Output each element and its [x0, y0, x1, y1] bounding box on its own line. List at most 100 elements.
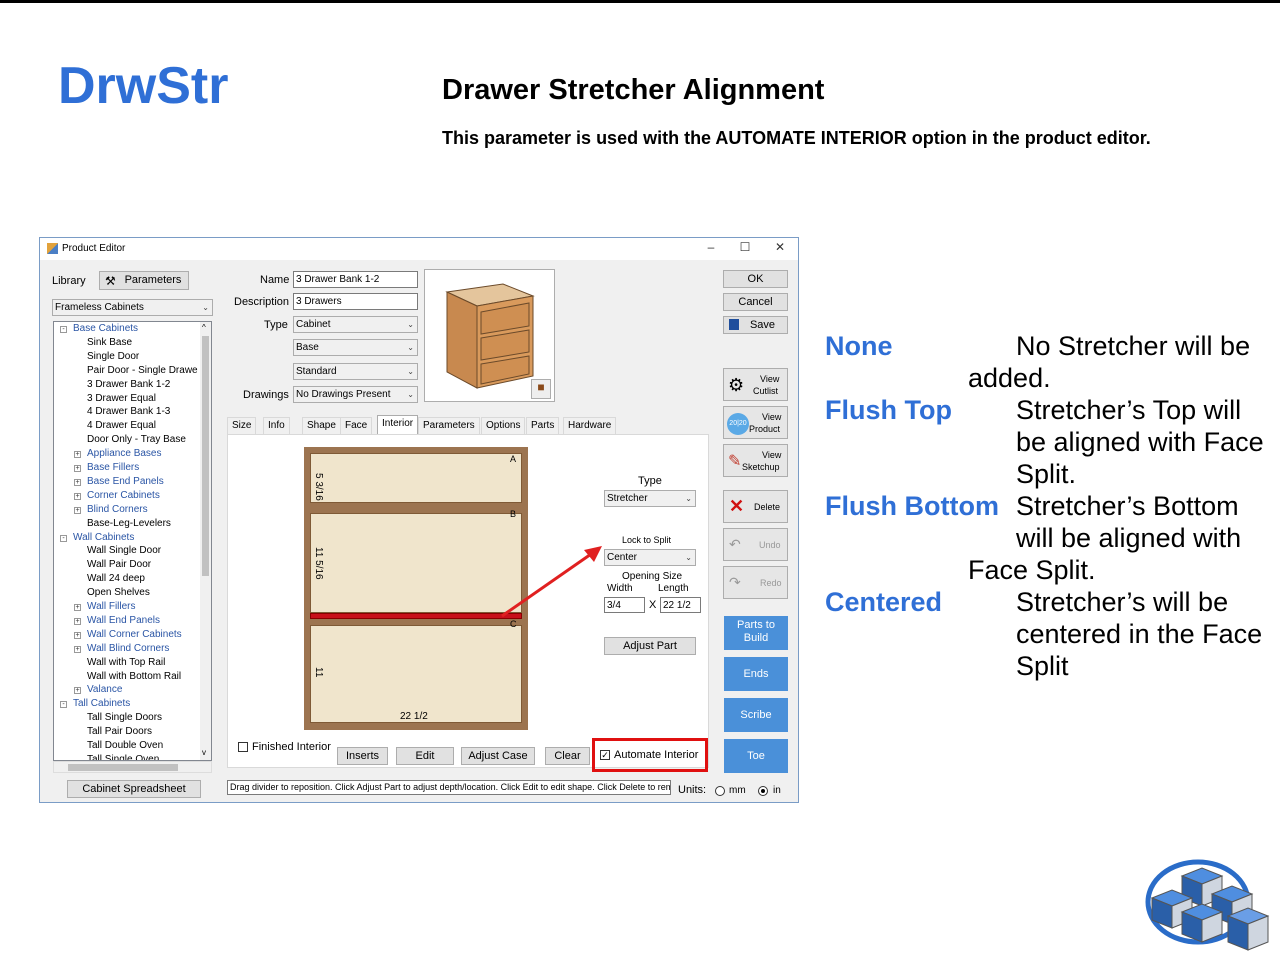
maximize-icon[interactable]: ☐: [730, 240, 760, 258]
lock-to-split-combo[interactable]: Center ⌄: [604, 549, 696, 566]
expand-icon[interactable]: +: [74, 465, 81, 472]
expand-icon[interactable]: +: [74, 631, 81, 639]
tree-item[interactable]: Door Only - Tray Base: [54, 434, 200, 448]
tree-item[interactable]: Wall Pair Door: [54, 559, 200, 573]
tree-item[interactable]: Tall Single Doors: [54, 712, 200, 726]
scroll-up-icon[interactable]: ^: [202, 323, 206, 332]
tree-item[interactable]: Wall Single Door: [54, 545, 200, 559]
tab-options[interactable]: Options: [481, 417, 526, 434]
view-sketchup-button[interactable]: ✎ View Sketchup: [723, 444, 788, 477]
tab-hardware[interactable]: Hardware: [563, 417, 617, 434]
type3-combo[interactable]: Standard ⌄: [293, 363, 418, 380]
type2-combo[interactable]: Base ⌄: [293, 339, 418, 356]
ok-button[interactable]: OK: [723, 270, 788, 288]
tree-item[interactable]: Base-Leg-Levelers: [54, 518, 200, 532]
expand-icon[interactable]: +: [74, 687, 81, 695]
tree-item[interactable]: Tall Single Oven: [54, 754, 200, 760]
tree-item[interactable]: 4 Drawer Equal: [54, 420, 200, 434]
unit-mm-radio[interactable]: [715, 786, 725, 796]
name-field[interactable]: 3 Drawer Bank 1-2: [293, 271, 418, 288]
cancel-button[interactable]: Cancel: [723, 293, 788, 311]
adjust-part-button[interactable]: Adjust Part: [604, 637, 696, 655]
tab-shape[interactable]: Shape: [302, 417, 341, 434]
tree-item[interactable]: + Wall Fillers: [54, 601, 200, 615]
library-combo[interactable]: Frameless Cabinets ⌄: [52, 299, 213, 316]
adjust-case-button[interactable]: Adjust Case: [461, 747, 535, 765]
description-field[interactable]: 3 Drawers: [293, 293, 418, 310]
tree-item[interactable]: + Wall Corner Cabinets: [54, 629, 200, 643]
tree-item[interactable]: 3 Drawer Equal: [54, 393, 200, 407]
tree-scrollbar[interactable]: ^ v: [200, 322, 211, 760]
drawer-box-top[interactable]: [310, 453, 522, 503]
edit-button[interactable]: Edit: [396, 747, 454, 765]
tab-interior[interactable]: Interior: [377, 415, 419, 434]
unit-in-radio[interactable]: [758, 786, 768, 796]
opening-width-field[interactable]: 3/4: [604, 597, 645, 613]
collapse-icon[interactable]: -: [60, 534, 67, 542]
tree-item[interactable]: Wall 24 deep: [54, 573, 200, 587]
tree-item[interactable]: 3 Drawer Bank 1-2: [54, 379, 200, 393]
tree-item[interactable]: - Base Cabinets: [54, 323, 200, 337]
box-icon[interactable]: ■: [531, 379, 551, 399]
tree-item[interactable]: + Wall End Panels: [54, 615, 200, 629]
expand-icon[interactable]: +: [74, 506, 81, 514]
tree-item[interactable]: + Appliance Bases: [54, 448, 200, 462]
tree-item[interactable]: Sink Base: [54, 337, 200, 351]
tree-item[interactable]: - Tall Cabinets: [54, 698, 200, 712]
inserts-button[interactable]: Inserts: [337, 747, 388, 765]
expand-icon[interactable]: +: [74, 492, 81, 500]
tree-item[interactable]: + Corner Cabinets: [54, 490, 200, 504]
redo-button[interactable]: ↷ Redo: [723, 566, 788, 599]
automate-interior-checkbox[interactable]: ✓: [600, 750, 610, 760]
drawings-combo[interactable]: No Drawings Present ⌄: [293, 386, 418, 403]
collapse-icon[interactable]: -: [60, 326, 67, 333]
view-product-button[interactable]: 20|20 View Product: [723, 406, 788, 439]
tree-item[interactable]: Pair Door - Single Drawe: [54, 365, 200, 379]
undo-button[interactable]: ↶ Undo: [723, 528, 788, 561]
tree-item[interactable]: + Blind Corners: [54, 504, 200, 518]
tree-item[interactable]: Single Door: [54, 351, 200, 365]
clear-button[interactable]: Clear: [545, 747, 590, 765]
tree-item[interactable]: + Base End Panels: [54, 476, 200, 490]
finished-interior-checkbox[interactable]: [238, 742, 248, 752]
opening-length-field[interactable]: 22 1/2: [660, 597, 701, 613]
tree-item[interactable]: Open Shelves: [54, 587, 200, 601]
tab-size[interactable]: Size: [227, 417, 257, 434]
product-tree[interactable]: - Base Cabinets Sink Base Single Door Pair D…: [53, 321, 212, 761]
tree-item[interactable]: Wall with Top Rail: [54, 657, 200, 671]
save-button[interactable]: Save: [723, 316, 788, 334]
tab-info[interactable]: Info: [263, 417, 290, 434]
expand-icon[interactable]: +: [74, 604, 81, 611]
tree-hscrollbar[interactable]: [53, 761, 212, 773]
parts-to-build-button[interactable]: Parts to Build: [724, 616, 788, 650]
collapse-icon[interactable]: -: [60, 701, 67, 709]
tab-parts[interactable]: Parts: [526, 417, 560, 434]
ends-button[interactable]: Ends: [724, 657, 788, 691]
tab-parameters[interactable]: Parameters: [418, 417, 480, 434]
scribe-button[interactable]: Scribe: [724, 698, 788, 732]
tree-item[interactable]: + Valance: [54, 684, 200, 698]
tab-face[interactable]: Face: [340, 417, 373, 434]
delete-button[interactable]: ✕ Delete: [723, 490, 788, 523]
expand-icon[interactable]: +: [74, 645, 81, 653]
expand-icon[interactable]: +: [74, 478, 81, 486]
parameters-button[interactable]: ⚒ Parameters: [99, 271, 189, 290]
interior-type-combo[interactable]: Stretcher ⌄: [604, 490, 696, 507]
scroll-down-icon[interactable]: v: [202, 748, 206, 757]
scroll-thumb[interactable]: [202, 336, 209, 576]
tree-item[interactable]: 4 Drawer Bank 1-3: [54, 406, 200, 420]
close-icon[interactable]: ✕: [765, 240, 795, 258]
tree-item[interactable]: Tall Pair Doors: [54, 726, 200, 740]
minimize-icon[interactable]: –: [696, 240, 726, 258]
cabinet-spreadsheet-button[interactable]: Cabinet Spreadsheet: [67, 780, 201, 798]
tree-item[interactable]: - Wall Cabinets: [54, 532, 200, 546]
type-combo[interactable]: Cabinet ⌄: [293, 316, 418, 333]
view-cutlist-button[interactable]: ⚙ View Cutlist: [723, 368, 788, 401]
hscroll-thumb[interactable]: [68, 764, 178, 771]
tree-item[interactable]: + Base Fillers: [54, 462, 200, 476]
expand-icon[interactable]: +: [74, 617, 81, 625]
expand-icon[interactable]: +: [74, 451, 81, 459]
tree-item[interactable]: + Wall Blind Corners: [54, 643, 200, 657]
drawer-box-bottom[interactable]: [310, 625, 522, 723]
toe-button[interactable]: Toe: [724, 739, 788, 773]
